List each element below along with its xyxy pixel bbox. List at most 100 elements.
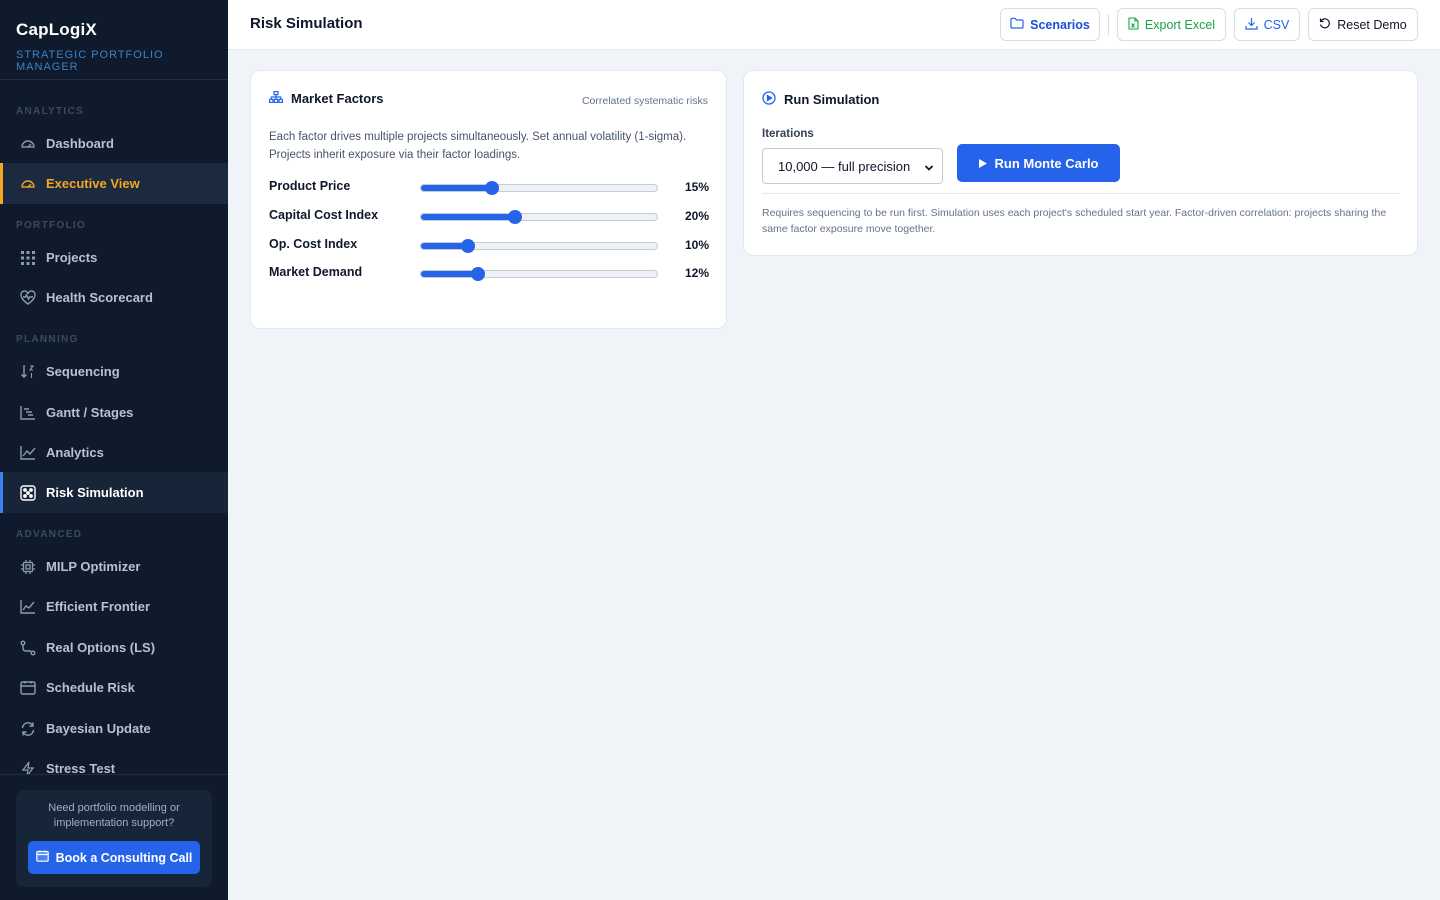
- market-factors-hint: Correlated systematic risks: [581, 95, 708, 107]
- sidebar-item-gantt-stages[interactable]: Gantt / Stages: [0, 392, 228, 433]
- run-monte-carlo-button[interactable]: Run Monte Carlo: [957, 144, 1120, 182]
- reset-demo-button[interactable]: Reset Demo: [1308, 8, 1418, 41]
- run-simulation-card: Run Simulation Iterations 10,000 — full …: [743, 70, 1418, 256]
- factor-row-op-cost-index: Op. Cost Index 10%: [269, 236, 709, 256]
- slider-thumb[interactable]: [461, 239, 476, 253]
- volatility-slider[interactable]: [420, 239, 658, 253]
- sidebar-item-label: Analytics: [46, 445, 104, 460]
- gauge-icon: [19, 135, 36, 152]
- excel-icon: [1128, 16, 1139, 33]
- download-icon: [1245, 17, 1258, 33]
- factor-value: 10%: [684, 238, 709, 252]
- factor-label: Market Demand: [269, 265, 363, 279]
- reset-icon: [1319, 17, 1331, 32]
- slider-thumb[interactable]: [508, 210, 523, 224]
- sidebar-item-label: Bayesian Update: [46, 721, 151, 736]
- section-label-advanced: ADVANCED: [16, 529, 83, 540]
- sidebar-item-health-scorecard[interactable]: Health Scorecard: [0, 277, 228, 318]
- sidebar-item-label: Dashboard: [46, 136, 114, 151]
- simulation-note: Requires sequencing to be run first. Sim…: [762, 207, 1387, 235]
- factor-value: 15%: [684, 180, 709, 194]
- scenarios-button[interactable]: Scenarios: [1000, 8, 1100, 41]
- iterations-select[interactable]: 10,000 — full precision: [762, 148, 943, 184]
- calendar-icon: [35, 850, 49, 865]
- heart-pulse-icon: [19, 289, 36, 306]
- market-factors-header: Market Factors: [269, 91, 383, 106]
- volatility-slider[interactable]: [420, 181, 658, 195]
- sidebar-footer: Need portfolio modelling or implementati…: [0, 774, 228, 900]
- volatility-slider[interactable]: [420, 210, 658, 224]
- slider-fill: [421, 271, 478, 277]
- sidebar-item-milp-optimizer[interactable]: MILP Optimizer: [0, 546, 228, 587]
- sidebar-item-label: Stress Test: [46, 761, 116, 774]
- grid-icon: [19, 249, 36, 266]
- iterations-label: Iterations: [762, 128, 814, 140]
- section-label-planning: PLANNING: [16, 334, 79, 345]
- section-label-analytics: ANALYTICS: [16, 106, 85, 117]
- factor-row-capital-cost-index: Capital Cost Index 20%: [269, 207, 709, 227]
- sidebar-item-projects[interactable]: Projects: [0, 237, 228, 278]
- factor-label: Product Price: [269, 179, 351, 193]
- sidebar-item-schedule-risk[interactable]: Schedule Risk: [0, 667, 228, 708]
- csv-button[interactable]: CSV: [1234, 8, 1300, 41]
- gauge-icon: [19, 175, 36, 192]
- slider-thumb[interactable]: [484, 181, 499, 195]
- book-consulting-call-button[interactable]: Book a Consulting Call: [28, 841, 200, 874]
- factor-row-market-demand: Market Demand 12%: [269, 264, 709, 284]
- volatility-slider[interactable]: [420, 267, 658, 281]
- sidebar-item-efficient-frontier[interactable]: Efficient Frontier: [0, 586, 228, 627]
- run-simulation-header: Run Simulation: [762, 91, 879, 108]
- market-factors-description: Each factor drives multiple projects sim…: [269, 131, 687, 161]
- sidebar-item-label: MILP Optimizer: [46, 559, 141, 574]
- calendar-icon: [19, 679, 36, 696]
- export-excel-label: Export Excel: [1144, 17, 1216, 32]
- gantt-icon: [19, 404, 36, 421]
- bolt-icon: [19, 760, 36, 774]
- topbar: Risk Simulation Scenarios Export Excel C…: [228, 0, 1440, 50]
- refresh-icon: [19, 720, 36, 737]
- sidebar-item-label: Gantt / Stages: [46, 405, 134, 420]
- sidebar-item-risk-simulation[interactable]: Risk Simulation: [0, 472, 228, 513]
- reset-demo-label: Reset Demo: [1337, 17, 1407, 32]
- consult-box: Need portfolio modelling or implementati…: [16, 790, 212, 887]
- brand-subtitle: STRATEGIC PORTFOLIO MANAGER: [16, 49, 164, 73]
- trend-icon: [19, 598, 36, 615]
- export-excel-button[interactable]: Export Excel: [1117, 8, 1226, 41]
- sort-icon: [19, 363, 36, 380]
- sidebar-item-analytics[interactable]: Analytics: [0, 432, 228, 473]
- consult-text: Need portfolio modelling or implementati…: [48, 802, 180, 829]
- chip-icon: [19, 558, 36, 575]
- sidebar-item-dashboard[interactable]: Dashboard: [0, 123, 228, 164]
- sidebar-item-real-options[interactable]: Real Options (LS): [0, 627, 228, 668]
- market-factors-card: Market Factors Correlated systematic ris…: [250, 70, 727, 329]
- market-factors-title: Market Factors: [291, 91, 384, 106]
- slider-fill: [421, 214, 516, 220]
- brand-title: CapLogiX: [16, 20, 97, 39]
- sidebar-nav: ANALYTICS Dashboard Executive View PORTF…: [0, 80, 228, 774]
- toolbar-divider: [1108, 14, 1109, 35]
- sidebar-item-label: Health Scorecard: [46, 290, 153, 305]
- divider: [762, 193, 1399, 194]
- sidebar-item-sequencing[interactable]: Sequencing: [0, 351, 228, 392]
- slider-thumb[interactable]: [470, 267, 485, 281]
- sidebar-item-label: Sequencing: [46, 364, 120, 379]
- factor-label: Capital Cost Index: [269, 208, 379, 222]
- factor-row-product-price: Product Price 15%: [269, 178, 709, 198]
- run-simulation-title: Run Simulation: [784, 92, 880, 107]
- sidebar-item-label: Schedule Risk: [46, 680, 135, 695]
- book-consulting-call-label: Book a Consulting Call: [55, 850, 193, 865]
- sidebar-item-label: Efficient Frontier: [46, 599, 151, 614]
- branch-icon: [19, 639, 36, 656]
- csv-label: CSV: [1263, 17, 1290, 32]
- folder-icon: [1010, 17, 1024, 32]
- sidebar-item-bayesian-update[interactable]: Bayesian Update: [0, 708, 228, 749]
- factor-label: Op. Cost Index: [269, 237, 358, 251]
- sidebar-item-executive-view[interactable]: Executive View: [0, 163, 228, 204]
- sidebar-item-label: Executive View: [46, 176, 140, 191]
- brand: CapLogiX STRATEGIC PORTFOLIO MANAGER: [0, 0, 228, 80]
- sidebar-item-label: Real Options (LS): [46, 640, 156, 655]
- page-title: Risk Simulation: [250, 15, 363, 32]
- scenarios-label: Scenarios: [1030, 17, 1090, 32]
- sidebar-item-stress-test[interactable]: Stress Test: [0, 748, 228, 774]
- hierarchy-icon: [269, 91, 284, 106]
